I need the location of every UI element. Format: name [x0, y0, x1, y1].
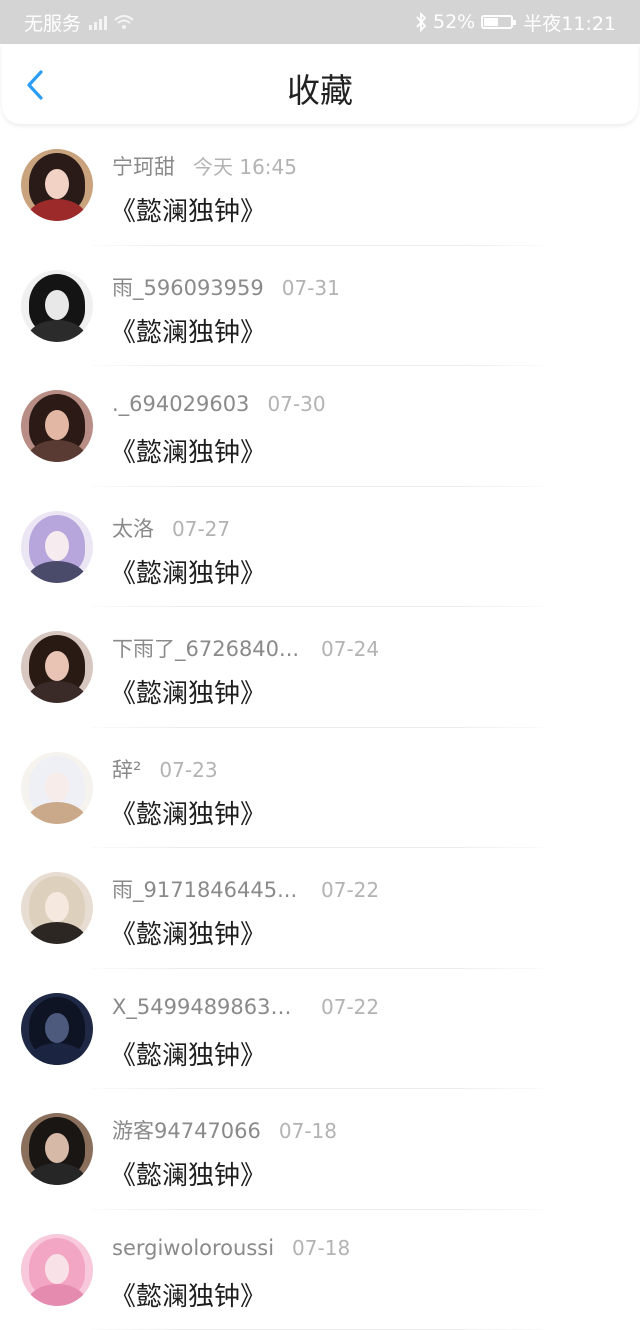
avatar-face — [45, 772, 69, 802]
username[interactable]: ._694029603 — [112, 392, 249, 416]
list-item[interactable]: X_54994898636... 07-22 《懿澜独钟》 — [0, 969, 640, 1090]
item-meta: X_54994898636... 07-22 — [112, 995, 379, 1019]
list-item[interactable]: 游客94747066 07-18 《懿澜独钟》 — [0, 1089, 640, 1210]
avatar-face — [45, 169, 69, 199]
item-meta: 游客94747066 07-18 — [112, 1115, 337, 1145]
avatar[interactable] — [21, 872, 93, 944]
username[interactable]: 游客94747066 — [112, 1115, 261, 1145]
status-right: 52% 半夜11:21 — [415, 9, 616, 36]
status-left: 无服务 — [24, 9, 135, 36]
favorite-title: 《懿澜独钟》 — [110, 312, 266, 349]
avatar[interactable] — [21, 993, 93, 1065]
username[interactable]: X_54994898636... — [112, 995, 302, 1019]
page-title: 收藏 — [2, 44, 638, 124]
username[interactable]: 雨_9171846445... — [112, 874, 302, 904]
avatar-face — [45, 290, 69, 320]
bluetooth-icon — [415, 12, 427, 32]
favorite-title: 《懿澜独钟》 — [110, 1035, 266, 1072]
list-item[interactable]: 宁珂甜今天 16:45 《懿澜独钟》 — [0, 125, 640, 246]
favorite-title: 《懿澜独钟》 — [110, 914, 266, 951]
status-bar: 无服务 52% 半夜11:21 — [0, 0, 640, 44]
username[interactable]: 太洛 — [112, 513, 154, 543]
avatar[interactable] — [21, 752, 93, 824]
timestamp: 07-30 — [267, 392, 325, 416]
avatar[interactable] — [21, 1234, 93, 1306]
favorites-list: 宁珂甜今天 16:45《懿澜独钟》雨_59609395907-31《懿澜独钟》.… — [0, 125, 640, 1330]
avatar-face — [45, 651, 69, 681]
list-item[interactable]: sergiwoloroussi 07-18 《懿澜独钟》 — [0, 1210, 640, 1330]
clock: 半夜11:21 — [523, 9, 616, 36]
avatar-face — [45, 1013, 69, 1043]
item-meta: ._694029603 07-30 — [112, 392, 326, 416]
favorite-title: 《懿澜独钟》 — [110, 432, 266, 469]
username[interactable]: 雨_596093959 — [112, 272, 264, 302]
username[interactable]: sergiwoloroussi — [112, 1236, 274, 1260]
list-item[interactable]: 辞² 07-23 《懿澜独钟》 — [0, 728, 640, 849]
item-meta: 雨_596093959 07-31 — [112, 272, 340, 302]
favorite-title: 《懿澜独钟》 — [110, 553, 266, 590]
avatar-face — [45, 1254, 69, 1284]
avatar-face — [45, 531, 69, 561]
wifi-icon — [113, 13, 135, 31]
list-item[interactable]: 下雨了_6726840... 07-24 《懿澜独钟》 — [0, 607, 640, 728]
avatar[interactable] — [21, 149, 93, 221]
item-meta: 辞² 07-23 — [112, 754, 218, 784]
favorite-title: 《懿澜独钟》 — [110, 673, 266, 710]
battery-icon — [481, 15, 513, 29]
item-meta: 太洛 07-27 — [112, 513, 230, 543]
username[interactable]: 下雨了_6726840... — [112, 633, 302, 663]
favorite-title: 《懿澜独钟》 — [110, 1276, 266, 1313]
timestamp: 07-31 — [282, 276, 340, 300]
battery-fill — [484, 18, 498, 26]
avatar[interactable] — [21, 1113, 93, 1185]
item-meta: sergiwoloroussi 07-18 — [112, 1236, 350, 1260]
list-item[interactable]: 雨_596093959 07-31 《懿澜独钟》 — [0, 246, 640, 367]
avatar[interactable] — [21, 270, 93, 342]
timestamp: 07-22 — [321, 878, 379, 902]
list-item[interactable]: 太洛 07-27 《懿澜独钟》 — [0, 487, 640, 608]
username[interactable]: 宁珂甜 — [112, 151, 175, 181]
item-meta: 下雨了_6726840... 07-24 — [112, 633, 379, 663]
item-meta: 雨_9171846445... 07-22 — [112, 874, 379, 904]
favorite-title: 《懿澜独钟》 — [110, 1155, 266, 1192]
avatar[interactable] — [21, 511, 93, 583]
timestamp: 07-18 — [292, 1236, 350, 1260]
battery-percent: 52% — [433, 11, 475, 33]
list-item[interactable]: ._694029603 07-30《懿澜独钟》 — [0, 366, 640, 487]
favorite-title: 《懿澜独钟》 — [110, 191, 266, 228]
timestamp: 07-24 — [321, 637, 379, 661]
timestamp: 07-23 — [159, 758, 217, 782]
list-item[interactable]: 雨_9171846445... 07-22 《懿澜独钟》 — [0, 848, 640, 969]
item-meta: 宁珂甜今天 16:45 — [112, 151, 297, 181]
app-header: 收藏 — [2, 44, 638, 124]
timestamp: 今天 16:45 — [193, 151, 297, 180]
timestamp: 07-18 — [279, 1119, 337, 1143]
avatar-face — [45, 1133, 69, 1163]
signal-icon — [89, 14, 107, 30]
avatar[interactable] — [21, 631, 93, 703]
username[interactable]: 辞² — [112, 754, 141, 784]
favorite-title: 《懿澜独钟》 — [110, 794, 266, 831]
timestamp: 07-27 — [172, 517, 230, 541]
avatar[interactable] — [21, 390, 93, 462]
avatar-face — [45, 892, 69, 922]
timestamp: 07-22 — [321, 995, 379, 1019]
carrier-label: 无服务 — [24, 9, 81, 36]
avatar-face — [45, 410, 69, 440]
